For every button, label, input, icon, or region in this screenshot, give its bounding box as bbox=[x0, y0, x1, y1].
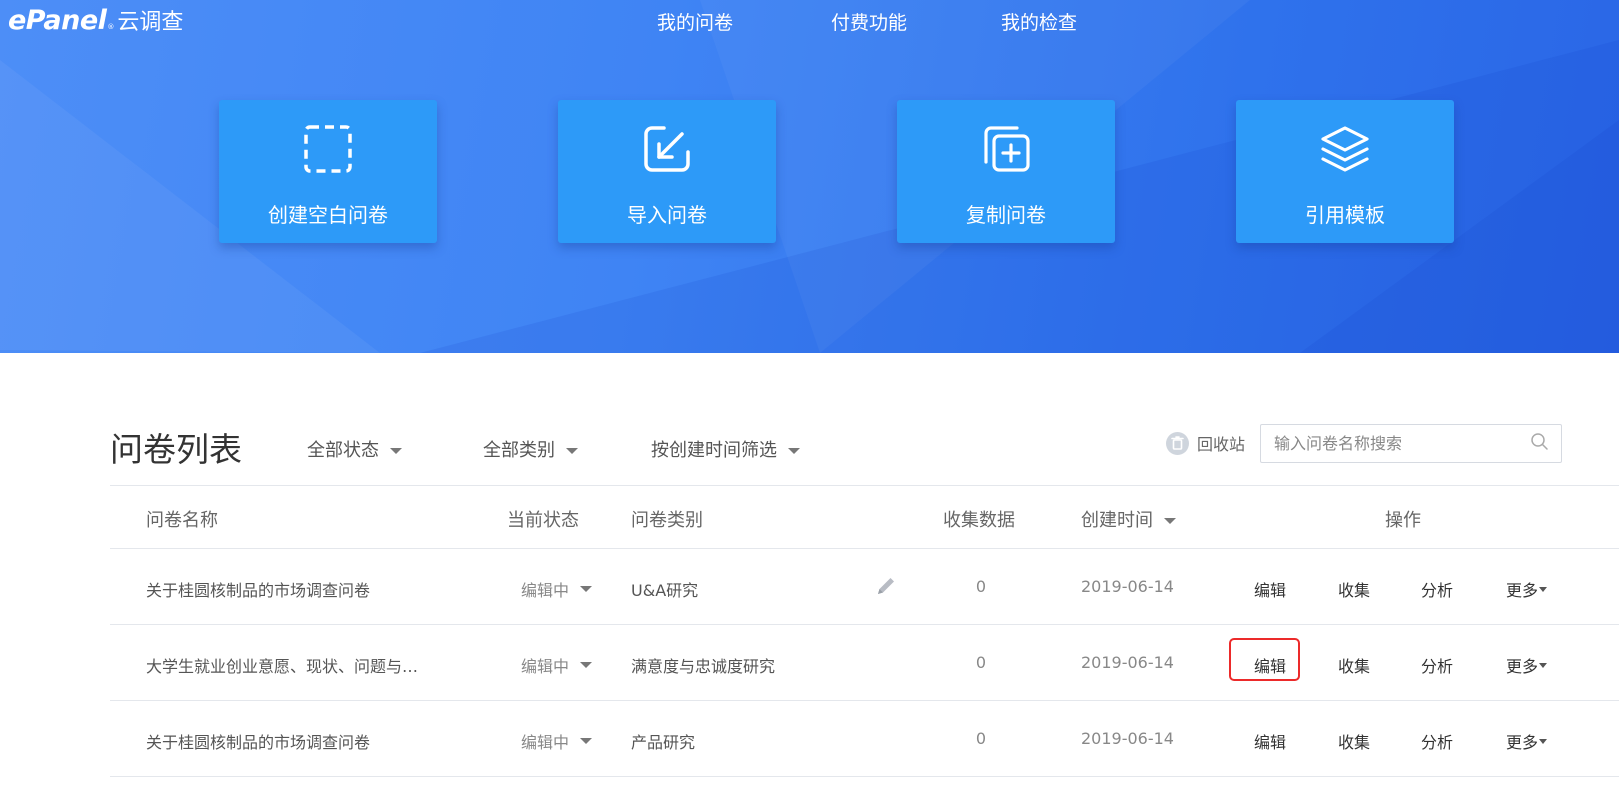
layers-icon bbox=[1321, 126, 1369, 172]
status-label: 编辑中 bbox=[521, 733, 570, 752]
analyze-button[interactable]: 分析 bbox=[1421, 577, 1453, 601]
column-header-status: 当前状态 bbox=[507, 510, 579, 531]
chevron-down-icon bbox=[580, 586, 593, 592]
column-header-count: 收集数据 bbox=[943, 510, 1015, 531]
chevron-down-icon bbox=[1539, 662, 1548, 668]
status-label: 编辑中 bbox=[521, 581, 570, 600]
use-template-card[interactable]: 引用模板 bbox=[1236, 100, 1454, 243]
logo-registered-mark: ® bbox=[107, 23, 115, 31]
status-dropdown[interactable]: 编辑中 bbox=[521, 653, 593, 677]
collect-button[interactable]: 收集 bbox=[1338, 729, 1370, 753]
import-arrow-icon bbox=[644, 126, 690, 172]
edit-button[interactable]: 编辑 bbox=[1254, 729, 1286, 753]
survey-search-input[interactable] bbox=[1274, 425, 1524, 462]
edit-category-pencil-icon[interactable] bbox=[875, 575, 897, 597]
collected-count: 0 bbox=[975, 653, 987, 672]
collected-count: 0 bbox=[975, 577, 987, 596]
category-filter-dropdown[interactable]: 全部类别 bbox=[483, 436, 578, 462]
created-time-filter-label: 按创建时间筛选 bbox=[651, 440, 777, 461]
search-icon[interactable] bbox=[1530, 432, 1550, 452]
logo-brand: ePanel bbox=[8, 5, 107, 36]
more-dropdown[interactable]: 更多 bbox=[1506, 577, 1548, 601]
nav-my-checks[interactable]: 我的检查 bbox=[1001, 8, 1077, 35]
chevron-down-icon bbox=[1539, 586, 1548, 592]
analyze-button[interactable]: 分析 bbox=[1421, 729, 1453, 753]
more-dropdown[interactable]: 更多 bbox=[1506, 729, 1548, 753]
row-divider bbox=[110, 776, 1619, 777]
created-time-filter-dropdown[interactable]: 按创建时间筛选 bbox=[651, 436, 800, 462]
copy-survey-card[interactable]: 复制问卷 bbox=[897, 100, 1115, 243]
status-filter-label: 全部状态 bbox=[307, 440, 379, 461]
survey-category: U&A研究 bbox=[631, 581, 699, 600]
chevron-down-icon bbox=[580, 738, 593, 744]
collected-count: 0 bbox=[975, 729, 987, 748]
use-template-label: 引用模板 bbox=[1305, 203, 1385, 227]
import-survey-card[interactable]: 导入问卷 bbox=[558, 100, 776, 243]
create-blank-survey-label: 创建空白问卷 bbox=[268, 203, 388, 227]
edit-button[interactable]: 编辑 bbox=[1254, 653, 1286, 677]
recycle-bin-button[interactable]: 回收站 bbox=[1166, 431, 1245, 455]
nav-my-surveys[interactable]: 我的问卷 bbox=[657, 8, 733, 35]
row-divider bbox=[110, 700, 1619, 701]
import-survey-label: 导入问卷 bbox=[627, 203, 707, 227]
dashed-square-icon bbox=[304, 125, 352, 173]
collect-button[interactable]: 收集 bbox=[1338, 577, 1370, 601]
status-label: 编辑中 bbox=[521, 657, 570, 676]
status-filter-dropdown[interactable]: 全部状态 bbox=[307, 436, 402, 462]
column-header-ops: 操作 bbox=[1385, 510, 1421, 531]
survey-name[interactable]: 关于桂圆核制品的市场调查问卷 bbox=[146, 729, 370, 753]
more-label: 更多 bbox=[1506, 657, 1539, 676]
header-divider bbox=[110, 548, 1619, 549]
survey-category: 产品研究 bbox=[631, 733, 696, 752]
nav-paid-features[interactable]: 付费功能 bbox=[831, 8, 907, 35]
more-label: 更多 bbox=[1506, 733, 1539, 752]
trash-icon bbox=[1166, 431, 1189, 455]
copy-survey-label: 复制问卷 bbox=[966, 203, 1046, 227]
chevron-down-icon bbox=[390, 447, 402, 454]
column-header-category: 问卷类别 bbox=[631, 510, 703, 531]
edit-button[interactable]: 编辑 bbox=[1254, 577, 1286, 601]
survey-search-box bbox=[1260, 424, 1562, 463]
status-dropdown[interactable]: 编辑中 bbox=[521, 729, 593, 753]
chevron-down-icon bbox=[1539, 738, 1548, 744]
app-logo[interactable]: ePanel ® 云调查 bbox=[8, 4, 183, 36]
column-header-created: 创建时间 bbox=[1081, 510, 1153, 531]
column-header-name: 问卷名称 bbox=[146, 510, 218, 531]
chevron-down-icon bbox=[788, 447, 800, 454]
copy-plus-icon bbox=[984, 126, 1030, 172]
survey-name[interactable]: 关于桂圆核制品的市场调查问卷 bbox=[146, 577, 370, 601]
survey-list-title: 问卷列表 bbox=[110, 430, 242, 469]
sort-down-icon bbox=[1164, 518, 1176, 524]
category-filter-label: 全部类别 bbox=[483, 440, 555, 461]
analyze-button[interactable]: 分析 bbox=[1421, 653, 1453, 677]
recycle-bin-label: 回收站 bbox=[1197, 435, 1246, 454]
more-dropdown[interactable]: 更多 bbox=[1506, 653, 1548, 677]
create-blank-survey-card[interactable]: 创建空白问卷 bbox=[219, 100, 437, 243]
more-label: 更多 bbox=[1506, 581, 1539, 600]
created-date: 2019-06-14 bbox=[1081, 577, 1174, 596]
survey-name[interactable]: 大学生就业创业意愿、现状、问题与… bbox=[146, 653, 418, 677]
logo-cn-text: 云调查 bbox=[117, 10, 184, 35]
row-divider bbox=[110, 624, 1619, 625]
collect-button[interactable]: 收集 bbox=[1338, 653, 1370, 677]
status-dropdown[interactable]: 编辑中 bbox=[521, 577, 593, 601]
chevron-down-icon bbox=[566, 447, 578, 454]
created-date: 2019-06-14 bbox=[1081, 653, 1174, 672]
survey-category: 满意度与忠诚度研究 bbox=[631, 657, 776, 676]
table-top-divider bbox=[110, 485, 1619, 486]
created-date: 2019-06-14 bbox=[1081, 729, 1174, 748]
chevron-down-icon bbox=[580, 662, 593, 668]
column-header-created-sortable[interactable]: 创建时间 bbox=[1081, 506, 1176, 532]
